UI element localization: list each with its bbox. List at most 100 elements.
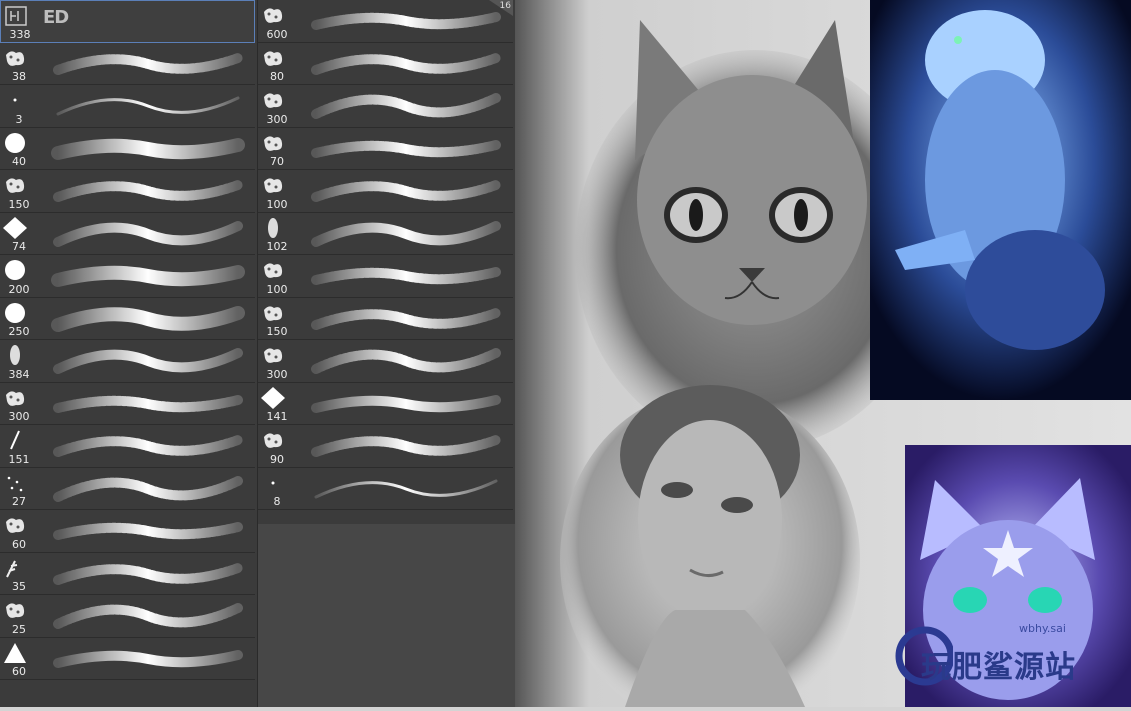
brush-stroke-preview (48, 134, 248, 164)
brush-size-label: 600 (266, 27, 288, 41)
brush-tip-icon (3, 132, 27, 154)
brush-tip-icon (261, 4, 285, 26)
brush-preset-right_column-6[interactable]: 100 (258, 255, 513, 298)
brush-tip-icon (3, 259, 27, 281)
brush-size-label: 70 (270, 155, 284, 168)
brush-tip-icon (261, 217, 285, 239)
brush-column-right: 600 16 80 300 70 100 102 100 150 300 141 90 8 (258, 0, 515, 523)
brush-tip-icon (4, 5, 28, 27)
brush-tip-icon (3, 472, 27, 494)
brush-size-label: 40 (12, 155, 26, 168)
brush-stroke-preview (306, 431, 506, 461)
brush-stroke-preview (306, 389, 506, 419)
panel-corner-number: 16 (499, 1, 511, 11)
brush-preset-left_column-4[interactable]: 150 (0, 170, 255, 213)
brush-tip-icon (3, 387, 27, 409)
brush-size-label: 38 (12, 70, 26, 83)
brush-preset-right_column-7[interactable]: 150 (258, 298, 513, 340)
brush-preset-right_column-3[interactable]: 70 (258, 128, 513, 170)
brush-tip-icon (261, 259, 285, 281)
brush-stroke-preview (48, 474, 248, 504)
brush-tip-icon (3, 642, 27, 664)
brush-size-label: 300 (8, 410, 30, 423)
brush-size-label: 102 (266, 240, 288, 253)
brush-stroke-preview (48, 219, 248, 249)
brush-size-label: 151 (8, 452, 30, 466)
brush-tip-icon (3, 514, 27, 536)
brush-stroke-preview (306, 346, 506, 376)
brush-preset-right_column-9[interactable]: 141 (258, 383, 513, 425)
brush-preset-right_column-0[interactable]: 600 16 (258, 0, 513, 43)
brush-size-label: 74 (12, 240, 26, 253)
brush-stroke-preview (48, 91, 248, 121)
brush-preset-left_column-5[interactable]: 74 (0, 213, 255, 255)
brush-tip-icon (261, 429, 285, 451)
brush-tip-icon (261, 472, 285, 494)
brush-tip-icon (261, 132, 285, 154)
brush-stroke-preview (306, 91, 506, 121)
brush-size-label: 150 (266, 325, 288, 338)
brush-tip-icon (3, 557, 27, 579)
brush-stroke-preview (48, 516, 248, 546)
brush-tip-icon (261, 89, 285, 111)
brush-tip-icon (261, 386, 285, 409)
brush-size-label: 338 (9, 27, 31, 41)
brush-stroke-preview (48, 559, 248, 589)
brush-tip-icon (3, 429, 27, 451)
brush-size-label: 100 (266, 282, 288, 296)
brush-stroke-preview (48, 176, 248, 206)
brush-size-label: 60 (12, 665, 26, 678)
brush-preset-right_column-4[interactable]: 100 (258, 170, 513, 213)
brush-preset-left_column-15[interactable]: 60 (0, 638, 255, 680)
brush-size-label: 25 (12, 622, 26, 636)
brush-preset-left_column-1[interactable]: 38 (0, 43, 255, 85)
brush-size-label: 300 (266, 367, 288, 381)
brush-size-label: 100 (266, 197, 288, 211)
watermark-logo: wbhy.sai 玩肥鲨源站 (893, 620, 1123, 690)
brush-stroke-preview (306, 261, 506, 291)
brush-size-label: 200 (8, 282, 30, 296)
brush-stroke-preview (48, 644, 248, 674)
brush-size-label: 3 (15, 112, 23, 126)
brush-preset-right_column-8[interactable]: 300 (258, 340, 513, 383)
brush-stroke-preview (48, 601, 248, 631)
brush-stroke-preview (48, 389, 248, 419)
brush-tip-icon (3, 344, 27, 366)
brush-tip-icon (3, 216, 27, 239)
brush-preset-left_column-12[interactable]: 60 (0, 510, 255, 553)
brush-size-label: 300 (266, 112, 288, 126)
brush-stroke-preview (306, 6, 506, 36)
brush-preset-left_column-10[interactable]: 151 (0, 425, 255, 468)
brush-size-label: 384 (8, 367, 30, 381)
brush-preset-left_column-7[interactable]: 250 (0, 298, 255, 340)
watermark-text: 玩肥鲨源站 (921, 650, 1076, 685)
brush-preset-left_column-2[interactable]: 3 (0, 85, 255, 128)
brush-preset-left_column-13[interactable]: 35 (0, 553, 255, 595)
brush-preset-left_column-0[interactable]: 338 ED (0, 0, 255, 43)
blue-cat-painting (870, 0, 1131, 400)
brush-preset-left_column-11[interactable]: 27 (0, 468, 255, 510)
brush-stroke-preview (48, 346, 248, 376)
brush-size-label: 27 (12, 495, 26, 508)
brush-stroke-preview (306, 49, 506, 79)
brush-stroke-preview (48, 49, 248, 79)
brush-size-label: 80 (270, 70, 284, 83)
brush-preset-right_column-2[interactable]: 300 (258, 85, 513, 128)
brush-preset-right_column-5[interactable]: 102 (258, 213, 513, 255)
brush-stroke-preview (306, 219, 506, 249)
brush-preset-right_column-10[interactable]: 90 (258, 425, 513, 468)
brush-size-label: 150 (8, 197, 30, 211)
brush-preset-right_column-1[interactable]: 80 (258, 43, 513, 85)
brush-preset-right_column-11[interactable]: 8 (258, 468, 513, 510)
brush-preset-left_column-14[interactable]: 25 (0, 595, 255, 638)
brush-tip-icon (3, 302, 27, 324)
brush-stroke-preview (48, 431, 248, 461)
brush-stroke-preview (306, 474, 506, 504)
brush-preset-left_column-3[interactable]: 40 (0, 128, 255, 170)
brush-preset-left_column-8[interactable]: 384 (0, 340, 255, 383)
brush-size-label: 141 (266, 410, 288, 423)
brush-tip-icon (3, 47, 27, 69)
brush-size-label: 90 (270, 452, 284, 466)
brush-preset-left_column-9[interactable]: 300 (0, 383, 255, 425)
brush-preset-left_column-6[interactable]: 200 (0, 255, 255, 298)
